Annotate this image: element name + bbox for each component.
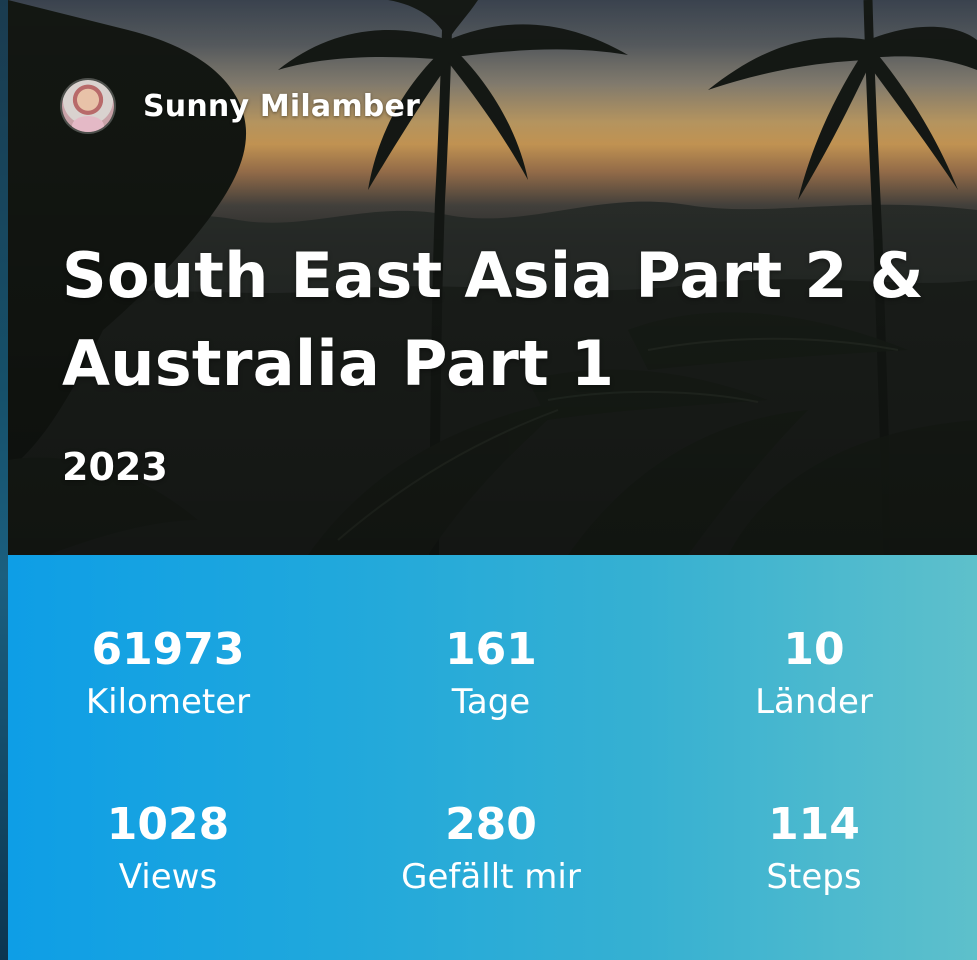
stat-countries: 10 Länder: [654, 623, 974, 723]
stat-countries-label: Länder: [755, 682, 873, 722]
stat-days-value: 161: [445, 624, 537, 675]
trip-summary-view: Sunny Milamber South East Asia Part 2 & …: [0, 0, 977, 960]
stat-kilometer: 61973 Kilometer: [8, 623, 328, 723]
stat-steps-label: Steps: [766, 857, 862, 897]
stat-days: 161 Tage: [331, 623, 651, 723]
trip-year: 2023: [62, 445, 168, 489]
author-name[interactable]: Sunny Milamber: [143, 89, 420, 124]
stat-views-label: Views: [118, 857, 218, 897]
background-edge: [0, 0, 8, 960]
stat-days-label: Tage: [451, 682, 531, 722]
stat-kilometer-label: Kilometer: [85, 682, 251, 722]
trip-title: South East Asia Part 2 & Australia Part …: [62, 239, 925, 400]
stat-kilometer-value: 61973: [91, 624, 245, 675]
stat-countries-value: 10: [783, 624, 845, 675]
stat-likes: 280 Gefällt mir: [331, 798, 651, 898]
trip-card[interactable]: Sunny Milamber South East Asia Part 2 & …: [8, 0, 977, 960]
avatar[interactable]: [62, 80, 114, 132]
stat-views-value: 1028: [106, 799, 230, 850]
author-link[interactable]: Sunny Milamber: [62, 80, 420, 132]
stat-steps: 114 Steps: [654, 798, 974, 898]
cover-photo: Sunny Milamber South East Asia Part 2 & …: [8, 0, 977, 555]
stat-steps-value: 114: [768, 799, 860, 850]
stat-likes-value: 280: [445, 799, 537, 850]
stat-views: 1028 Views: [8, 798, 328, 898]
stat-likes-label: Gefällt mir: [401, 857, 581, 897]
trip-stats-panel: 61973 Kilometer 161 Tage 10 Länder 1028 …: [8, 555, 977, 960]
